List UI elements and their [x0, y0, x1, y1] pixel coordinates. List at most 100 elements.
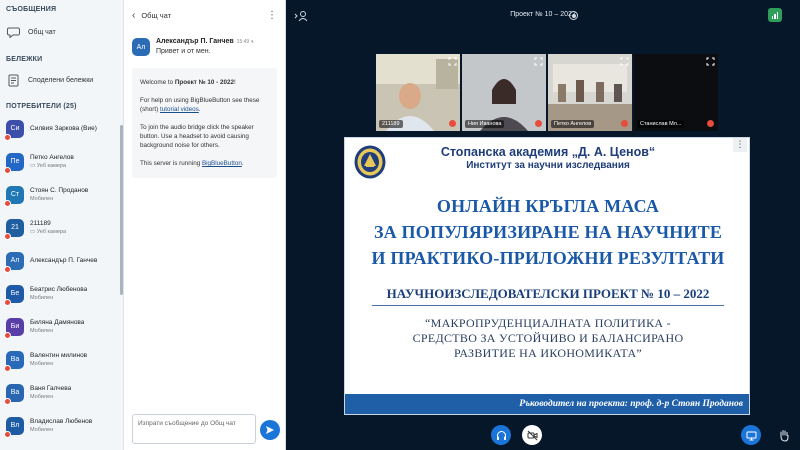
avatar: Вл — [4, 416, 24, 438]
chat-icon — [6, 25, 20, 39]
user-status: Мобилен — [30, 426, 54, 433]
user-list-item[interactable]: Си Силвия Заркова (Вие) — [0, 112, 123, 145]
chat-title: Общ чат — [141, 10, 172, 20]
muted-mic-icon — [4, 430, 11, 438]
user-status: Мобилен — [30, 393, 54, 400]
shared-notes-label: Споделени бележки — [28, 76, 94, 84]
raise-hand-button[interactable] — [774, 425, 794, 445]
user-list-item[interactable]: Ал Александър П. Ганчев — [0, 244, 123, 277]
muted-mic-icon — [535, 120, 542, 127]
notes-icon — [6, 73, 20, 87]
user-name: Силвия Заркова (Вие) — [30, 125, 97, 132]
webcam-user-name: Станислав Мл... — [637, 120, 685, 128]
slide-footer: Ръководител на проекта: проф. д-р Стоян … — [345, 394, 749, 414]
avatar-initials: Ва — [10, 389, 20, 396]
user-status: ▭ Уеб камера — [30, 228, 67, 235]
signal-bar-icon — [776, 12, 779, 19]
meeting-title: Проект № 10 – 2022 — [510, 11, 576, 18]
fullscreen-icon[interactable] — [620, 57, 629, 66]
user-list-item[interactable]: 21 211189 ▭ Уеб камера — [0, 211, 123, 244]
user-list-item[interactable]: Вл Владислав Любенов Мобилен — [0, 409, 123, 442]
user-list-item[interactable]: Бе Беатрис Любенова Мобилен — [0, 277, 123, 310]
webcam-tile[interactable]: Петко Ангелов — [548, 54, 632, 131]
avatar: Бе — [4, 284, 24, 306]
user-name: Беатрис Любенова — [30, 285, 88, 293]
webcam-tile[interactable]: 211189 — [376, 54, 460, 131]
share-webcam-button[interactable] — [522, 425, 542, 445]
message-author: Александър П. Ганчев — [156, 38, 234, 45]
user-list-item[interactable]: Ва Ваня Галчева Мобилен — [0, 376, 123, 409]
avatar: Ст — [4, 185, 24, 207]
user-name: Александър П. Ганчев — [30, 257, 98, 264]
user-status: Мобилен — [30, 360, 54, 367]
monitor-icon — [746, 431, 756, 440]
muted-mic-icon — [4, 166, 11, 174]
message-text: Привет и от мен. — [156, 48, 211, 55]
public-chat-label: Общ чат — [28, 28, 56, 36]
webcam-tile[interactable]: Станислав Мл... — [634, 54, 718, 131]
chat-panel: ‹ Общ чат ⋮ Ал Александър П. Ганчев 15:49… — [124, 0, 286, 450]
chat-header: ‹ Общ чат ⋮ — [124, 0, 285, 30]
tutorial-videos-link[interactable]: tutorial videos — [160, 106, 199, 113]
share-screen-button[interactable] — [741, 425, 761, 445]
muted-mic-icon — [621, 120, 628, 127]
send-message-button[interactable] — [260, 420, 280, 440]
avatar: Би — [4, 317, 24, 339]
fullscreen-icon[interactable] — [448, 57, 457, 66]
webcam-off-icon — [527, 430, 537, 440]
user-name: Валентин милинов — [30, 351, 88, 359]
bigbluebutton-link[interactable]: BigBlueButton — [202, 160, 242, 167]
message-author-line: Александър П. Ганчев 15:49 ч. — [156, 38, 255, 45]
muted-mic-icon — [449, 120, 456, 127]
users-list: Си Силвия Заркова (Вие) Пе Петко Ангелов ▭ У… — [0, 112, 123, 442]
headphones-icon — [496, 430, 506, 440]
avatar: Ва — [4, 383, 24, 405]
fullscreen-icon[interactable] — [534, 57, 543, 66]
chat-message-input[interactable]: Изпрати съобщение до Общ чат — [132, 414, 256, 444]
slide-title-line2: ЗА ПОПУЛЯРИЗИРАНЕ НА НАУЧНИТЕ — [373, 222, 723, 242]
muted-mic-icon — [4, 232, 11, 240]
welcome-line3: To join the audio bridge click the speak… — [140, 124, 254, 149]
fullscreen-icon[interactable] — [706, 57, 715, 66]
notes-section-title: БЕЛЕЖКИ — [6, 56, 43, 63]
user-name: Ваня Галчева — [30, 384, 72, 392]
muted-mic-icon — [4, 364, 11, 372]
slide-title-line3: И ПРАКТИКО-ПРИЛОЖНИ РЕЗУЛТАТИ — [371, 248, 725, 268]
user-status: ▭ Уеб камера — [30, 162, 67, 169]
presentation-slide: ⋮ Стопанска академия „Д. А. Ценов“ Инсти… — [344, 137, 750, 415]
muted-mic-icon — [4, 298, 11, 306]
user-name: 211189 — [30, 219, 51, 227]
sidebar-item-shared-notes[interactable]: Споделени бележки — [0, 69, 123, 91]
slide-institute: Институт за научни изследвания — [466, 160, 630, 171]
avatar: Ал — [132, 38, 150, 56]
record-icon — [571, 13, 576, 18]
user-list-item[interactable]: Би Биляна Дамянова Мобилен — [0, 310, 123, 343]
connection-status-button[interactable] — [768, 8, 782, 22]
avatar-initials: Ст — [10, 191, 20, 198]
sidebar-item-public-chat[interactable]: Общ чат — [0, 21, 123, 43]
chevron-left-icon[interactable]: ‹ — [132, 10, 135, 21]
avatar-initials: Ал — [136, 43, 146, 51]
user-list-item[interactable]: Ст Стоян С. Проданов Мобилен — [0, 178, 123, 211]
slide-quote-line1: “МАКРОПРУДЕНЦИАЛНАТА ПОЛИТИКА - — [425, 316, 671, 330]
webcam-tile[interactable]: Ния Иванова — [462, 54, 546, 131]
webcam-user-name: Петко Ангелов — [551, 120, 595, 128]
chat-message: Ал Александър П. Ганчев 15:49 ч. Привет и… — [124, 30, 285, 56]
user-list-scrollbar[interactable] — [120, 125, 123, 295]
recording-indicator[interactable] — [569, 11, 578, 20]
avatar-initials: 21 — [11, 224, 19, 231]
user-name: Биляна Дамянова — [30, 318, 85, 326]
muted-mic-icon — [4, 331, 11, 339]
user-name: Стоян С. Проданов — [30, 186, 89, 194]
user-name: Владислав Любенов — [30, 417, 93, 425]
user-list-item[interactable]: Ва Валентин милинов Мобилен — [0, 343, 123, 376]
muted-mic-icon — [707, 120, 714, 127]
avatar-initials: Пе — [10, 158, 20, 165]
chat-options-icon[interactable]: ⋮ — [267, 10, 277, 21]
audio-button[interactable] — [491, 425, 511, 445]
slide-quote-line3: РАЗВИТИЕ НА ИКОНОМИКАТА” — [453, 346, 643, 360]
user-status: Мобилен — [30, 294, 54, 301]
messages-section-title: СЪОБЩЕНИЯ — [6, 6, 57, 13]
welcome-meeting-name: Проект № 10 - 2022 — [174, 79, 234, 86]
user-list-item[interactable]: Пе Петко Ангелов ▭ Уеб камера — [0, 145, 123, 178]
